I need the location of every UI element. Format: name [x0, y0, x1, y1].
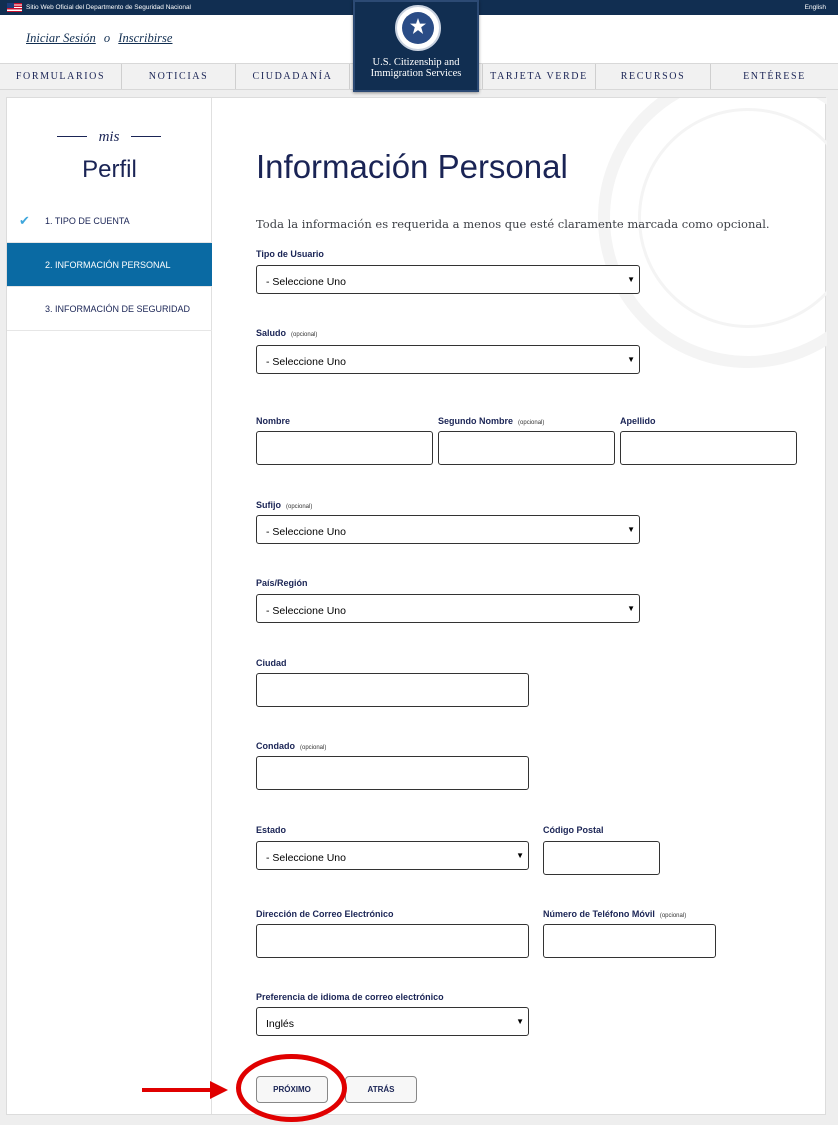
city-label: Ciudad [256, 658, 287, 668]
middle-name-field[interactable] [438, 431, 615, 465]
pointer-arrow-icon [210, 1081, 228, 1099]
uscis-logo[interactable]: U.S. Citizenship and Immigration Service… [353, 0, 479, 92]
dropdown-arrow-icon: ▼ [516, 851, 524, 860]
county-field[interactable] [256, 756, 529, 790]
mobile-label: Número de Teléfono Móvil (opcional) [543, 909, 687, 919]
last-name-field[interactable] [620, 431, 797, 465]
checkmark-icon: ✔ [19, 213, 30, 228]
login-link[interactable]: Iniciar Sesión [26, 31, 96, 45]
login-links: Iniciar Sesión o Inscribirse [26, 31, 172, 46]
progress-sidebar: mis Perfil ✔ 1. TIPO DE CUENTA 2. INFORM… [7, 98, 212, 1114]
logo-line-2: Immigration Services [370, 68, 462, 79]
official-site-text: Sitio Web Oficial del Departmento de Seg… [26, 4, 191, 11]
mobile-field[interactable] [543, 924, 716, 958]
zip-field[interactable] [543, 841, 660, 875]
nav-item-citizenship[interactable]: CIUDADANÍA [236, 64, 350, 89]
back-button[interactable]: ATRÁS [345, 1076, 417, 1103]
email-field[interactable] [256, 924, 529, 958]
step-label: 1. TIPO DE CUENTA [45, 216, 130, 226]
step-account-type[interactable]: ✔ 1. TIPO DE CUENTA [7, 199, 212, 243]
highlight-circle [236, 1054, 347, 1122]
middle-name-label: Segundo Nombre (opcional) [438, 416, 545, 426]
greeting-label: Saludo (opcional) [256, 328, 318, 338]
brand-script: mis [57, 128, 161, 145]
first-name-label: Nombre [256, 416, 291, 426]
dhs-seal-icon [395, 5, 441, 51]
brand-title: Perfil [82, 156, 137, 183]
dropdown-arrow-icon: ▼ [627, 525, 635, 534]
form-description: Toda la información es requerida a menos… [256, 217, 770, 231]
email-label: Dirección de Correo Electrónico [256, 909, 394, 919]
logo-line-1: U.S. Citizenship and [372, 57, 460, 68]
register-link[interactable]: Inscribirse [118, 31, 172, 45]
nav-item-green-card[interactable]: TARJETA VERDE [482, 64, 596, 89]
login-or-text: o [103, 31, 111, 45]
language-link[interactable]: English [805, 0, 826, 15]
email-language-label: Preferencia de idioma de correo electrón… [256, 992, 444, 1002]
step-personal-info[interactable]: 2. INFORMACIÓN PERSONAL [7, 243, 212, 287]
user-type-label: Tipo de Usuario [256, 249, 324, 259]
suffix-label: Sufijo (opcional) [256, 500, 313, 510]
nav-item-forms[interactable]: FORMULARIOS [0, 64, 122, 89]
pointer-arrow-shaft [142, 1088, 214, 1092]
form-main: Información Personal Toda la información… [218, 98, 827, 1114]
nav-item-resources[interactable]: RECURSOS [596, 64, 711, 89]
user-type-select[interactable]: - Seleccione Uno ▼ [256, 265, 640, 294]
dropdown-arrow-icon: ▼ [516, 1017, 524, 1026]
us-flag-icon [7, 3, 22, 12]
page-title: Información Personal [256, 148, 568, 185]
state-select[interactable]: - Seleccione Uno ▼ [256, 841, 529, 870]
nav-item-news[interactable]: NOTICIAS [122, 64, 236, 89]
step-label: 2. INFORMACIÓN PERSONAL [45, 260, 171, 270]
nav-item-news-updates[interactable]: ENTÉRESE [711, 64, 838, 89]
dropdown-arrow-icon: ▼ [627, 355, 635, 364]
zip-label: Código Postal [543, 825, 604, 835]
city-field[interactable] [256, 673, 529, 707]
state-label: Estado [256, 825, 287, 835]
dropdown-arrow-icon: ▼ [627, 604, 635, 613]
country-label: País/Región [256, 578, 308, 588]
email-language-select[interactable]: Inglés ▼ [256, 1007, 529, 1036]
county-label: Condado (opcional) [256, 741, 327, 751]
step-security-info[interactable]: 3. INFORMACIÓN DE SEGURIDAD [7, 287, 212, 331]
form-card: mis Perfil ✔ 1. TIPO DE CUENTA 2. INFORM… [6, 97, 827, 1115]
greeting-select[interactable]: - Seleccione Uno ▼ [256, 345, 640, 374]
step-label: 3. INFORMACIÓN DE SEGURIDAD [45, 304, 191, 314]
country-select[interactable]: - Seleccione Uno ▼ [256, 594, 640, 623]
last-name-label: Apellido [620, 416, 656, 426]
dropdown-arrow-icon: ▼ [627, 275, 635, 284]
suffix-select[interactable]: - Seleccione Uno ▼ [256, 515, 640, 544]
first-name-field[interactable] [256, 431, 433, 465]
